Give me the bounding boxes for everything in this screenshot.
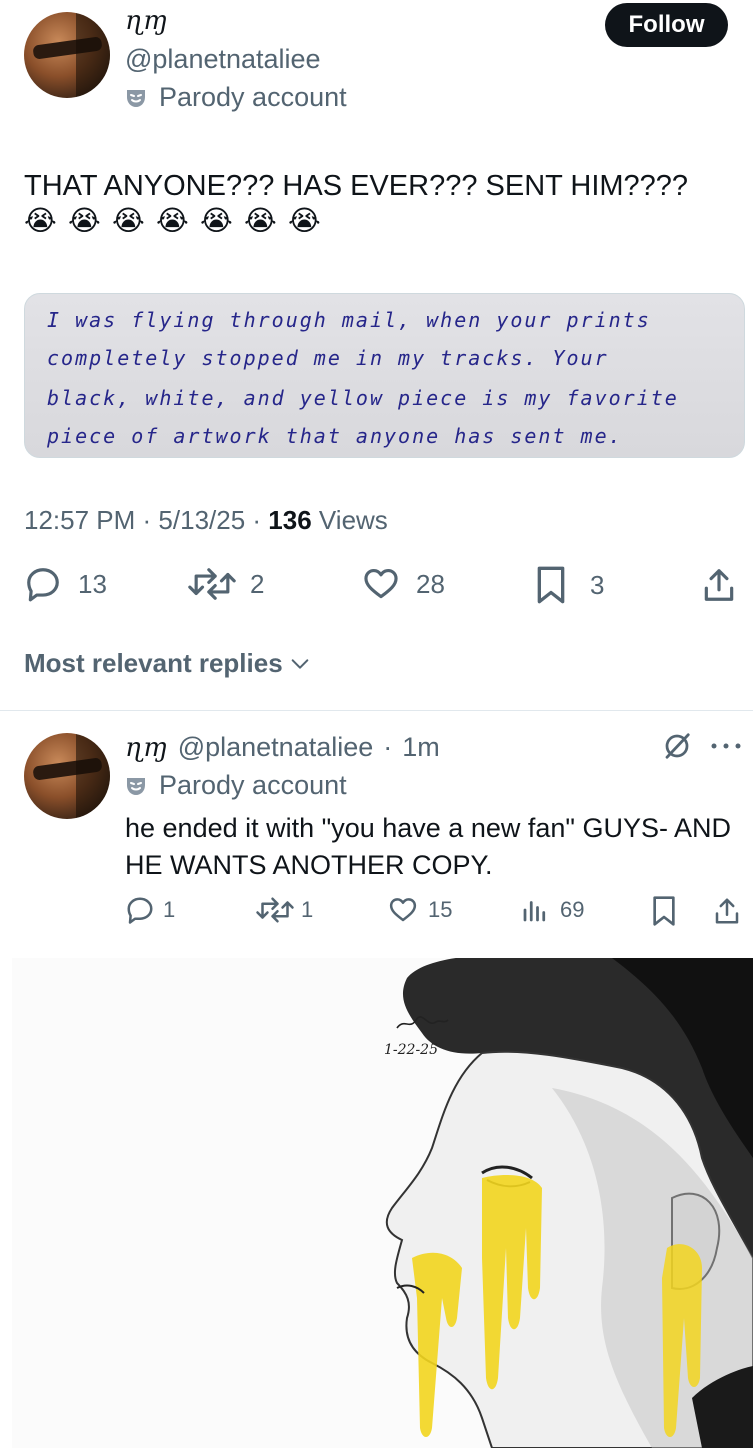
emoji-row: 😭 😭 😭 😭 😭 😭 😭: [24, 205, 321, 237]
parody-mask-icon: [127, 777, 145, 795]
note-line: black, white, and yellow piece is my fav…: [47, 386, 679, 410]
portrait-signature-date: 1-22-25: [384, 1042, 438, 1058]
reply-reply-button[interactable]: 1: [125, 895, 175, 925]
reply-parody-badge: Parody account: [125, 770, 347, 801]
replies-sort-label: Most relevant replies: [24, 648, 283, 678]
reply-views-count: 69: [560, 897, 585, 922]
sob-emoji: 😭: [288, 205, 321, 236]
like-button[interactable]: 28: [362, 565, 445, 603]
reply-count: 13: [78, 568, 107, 599]
follow-button[interactable]: Follow: [605, 3, 728, 47]
section-divider: [0, 710, 753, 711]
reply-views-button[interactable]: 69: [520, 895, 584, 925]
portrait-artwork: [385, 958, 753, 1448]
reply-repost-button[interactable]: 1: [255, 895, 313, 925]
sob-emoji: 😭: [200, 205, 233, 236]
reply-media-image[interactable]: 1-22-25: [12, 958, 753, 1448]
reply-icon: [127, 897, 153, 924]
author-avatar[interactable]: [24, 12, 110, 98]
views-count: 136: [268, 505, 312, 535]
sob-emoji: 😭: [112, 205, 145, 236]
share-icon: [715, 898, 739, 924]
author-handle[interactable]: @planetnataliee: [125, 44, 321, 75]
heart-icon: [389, 898, 417, 922]
reply-header: ɳɱ @planetnataliee · 1m: [125, 732, 440, 763]
repost-count: 2: [250, 568, 265, 599]
reply-repost-count: 1: [301, 897, 314, 922]
tweet-time: 12:57 PM: [24, 505, 136, 535]
more-options-icon[interactable]: [710, 740, 742, 752]
parody-mask-icon: [127, 89, 145, 107]
reply-handle[interactable]: @planetnataliee: [178, 732, 374, 763]
chevron-down-icon: [291, 658, 308, 669]
reply-author-avatar[interactable]: [24, 733, 110, 819]
reply-like-count: 15: [428, 897, 453, 922]
reply-reply-count: 1: [163, 897, 176, 922]
sob-emoji: 😭: [68, 205, 101, 236]
like-count: 28: [416, 568, 445, 599]
bookmark-icon: [537, 566, 565, 604]
reply-like-button[interactable]: 15: [388, 895, 452, 925]
parody-label: Parody account: [159, 82, 347, 112]
tweet-media-image[interactable]: I was flying through mail, when your pri…: [24, 293, 745, 458]
sob-emoji: 😭: [24, 205, 57, 236]
reply-text: he ended it with "you have a new fan" GU…: [125, 813, 731, 880]
sob-emoji: 😭: [156, 205, 189, 236]
reply-age[interactable]: 1m: [402, 732, 440, 763]
repost-button[interactable]: 2: [186, 565, 264, 603]
bookmark-icon: [653, 896, 675, 926]
repost-icon: [188, 568, 236, 600]
tweet-timestamp[interactable]: 12:57 PM · 5/13/25 · 136 Views: [24, 505, 388, 536]
reply-display-name[interactable]: ɳɱ: [125, 733, 168, 763]
note-line: I was flying through mail, when your pri…: [47, 308, 651, 332]
heart-icon: [364, 568, 398, 599]
sob-emoji: 😭: [244, 205, 277, 236]
reply-icon: [27, 568, 59, 602]
views-label: Views: [318, 505, 388, 535]
share-icon: [704, 569, 734, 601]
note-line: piece of artwork that anyone has sent me…: [47, 424, 623, 448]
bookmark-count: 3: [590, 569, 605, 600]
bookmark-button[interactable]: 3: [534, 565, 604, 605]
reply-bookmark-button[interactable]: [650, 895, 678, 927]
share-button[interactable]: [700, 565, 738, 605]
grok-icon[interactable]: [662, 731, 692, 761]
repost-icon: [256, 897, 294, 923]
reply-share-button[interactable]: [712, 895, 742, 927]
tweet-text: THAT ANYONE??? HAS EVER??? SENT HIM????: [24, 170, 689, 202]
note-line: completely stopped me in my tracks. Your: [47, 346, 609, 370]
reply-button[interactable]: 13: [24, 565, 107, 603]
views-chart-icon: [523, 901, 546, 922]
replies-sort-dropdown[interactable]: Most relevant replies: [24, 648, 311, 679]
author-display-name[interactable]: ɳɱ: [125, 6, 168, 36]
parody-badge: Parody account: [125, 82, 347, 113]
reply-parody-label: Parody account: [159, 770, 347, 800]
tweet-date: 5/13/25: [158, 505, 246, 535]
